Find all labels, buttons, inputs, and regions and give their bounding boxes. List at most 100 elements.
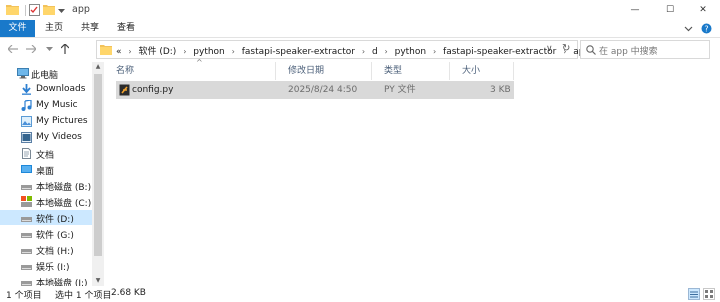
maximize-button[interactable]: ☐ bbox=[653, 0, 687, 20]
recent-locations-button[interactable] bbox=[42, 41, 56, 57]
nav-item-label: 文档 (H:) bbox=[36, 247, 74, 257]
column-header-date[interactable]: 修改日期 bbox=[276, 62, 372, 80]
customize-quick-access-icon[interactable] bbox=[58, 7, 65, 17]
nav-item-label: 娱乐 (I:) bbox=[36, 263, 70, 273]
scroll-up-arrow[interactable]: ▲ bbox=[92, 62, 104, 72]
nav-item-label: 软件 (D:) bbox=[36, 215, 74, 225]
nav-item-my-music[interactable]: My Music bbox=[0, 98, 92, 113]
nav-item-label: My Pictures bbox=[36, 116, 88, 126]
address-bar[interactable]: « › 软件 (D:) › python › fastapi-speaker-e… bbox=[96, 40, 590, 59]
nav-item-downloads[interactable]: Downloads bbox=[0, 82, 92, 97]
download-icon bbox=[21, 84, 32, 95]
chevron-right-icon[interactable]: › bbox=[385, 47, 388, 56]
nav-item-label: Downloads bbox=[36, 84, 86, 94]
chevron-right-icon[interactable]: › bbox=[232, 47, 235, 56]
details-view-button[interactable] bbox=[688, 288, 700, 300]
new-folder-icon[interactable] bbox=[43, 4, 55, 18]
drive-icon bbox=[21, 263, 32, 274]
desktop-icon bbox=[21, 164, 32, 175]
pictures-icon bbox=[21, 116, 32, 127]
search-input[interactable]: 在 app 中搜索 bbox=[580, 40, 710, 59]
breadcrumb-item[interactable]: d bbox=[372, 47, 378, 57]
nav-item-drive-d[interactable]: 软件 (D:) bbox=[0, 210, 92, 225]
tab-file[interactable]: 文件 bbox=[0, 20, 35, 37]
close-button[interactable]: ✕ bbox=[686, 0, 720, 20]
drive-icon bbox=[21, 183, 32, 194]
nav-item-documents[interactable]: 文档 bbox=[0, 146, 92, 161]
tab-home[interactable]: 主页 bbox=[40, 20, 68, 37]
sort-ascending-icon: ^ bbox=[196, 58, 203, 67]
nav-item-label: 本地磁盘 (C:) bbox=[36, 199, 92, 209]
title-bar: app — ☐ ✕ bbox=[0, 0, 720, 20]
chevron-right-icon[interactable]: › bbox=[183, 47, 186, 56]
chevron-right-icon[interactable]: › bbox=[362, 47, 365, 56]
navigation-pane: 此电脑 Downloads My Music My Pictures My Vi… bbox=[0, 62, 92, 286]
svg-text:?: ? bbox=[704, 24, 708, 33]
drive-icon bbox=[21, 247, 32, 258]
music-icon bbox=[21, 99, 32, 111]
drive-icon bbox=[21, 196, 32, 207]
file-date: 2025/8/24 4:50 bbox=[288, 85, 358, 95]
column-header-size[interactable]: 大小 bbox=[450, 62, 514, 80]
ribbon-tabs: 文件 主页 共享 查看 ? bbox=[0, 20, 720, 38]
forward-button[interactable] bbox=[24, 41, 38, 57]
back-button[interactable] bbox=[6, 41, 20, 57]
nav-item-desktop[interactable]: 桌面 bbox=[0, 162, 92, 177]
item-count: 1 个项目 bbox=[6, 291, 42, 301]
selection-size: 2.68 KB bbox=[111, 288, 146, 298]
breadcrumb-item[interactable]: python bbox=[395, 47, 426, 57]
nav-item-drive-b[interactable]: 本地磁盘 (B:) bbox=[0, 178, 92, 193]
refresh-button[interactable]: ↻ bbox=[562, 43, 570, 54]
tab-view[interactable]: 查看 bbox=[112, 20, 140, 37]
help-icon[interactable]: ? bbox=[701, 23, 712, 37]
breadcrumb-item[interactable]: fastapi-speaker-extractor bbox=[242, 47, 355, 57]
nav-item-my-videos[interactable]: My Videos bbox=[0, 130, 92, 145]
divider bbox=[25, 5, 26, 16]
python-file-icon bbox=[119, 84, 130, 99]
breadcrumb-item[interactable]: python bbox=[193, 47, 224, 57]
navigation-bar: « › 软件 (D:) › python › fastapi-speaker-e… bbox=[0, 38, 720, 60]
nav-item-my-pictures[interactable]: My Pictures bbox=[0, 114, 92, 129]
chevron-right-icon[interactable]: › bbox=[433, 47, 436, 56]
drive-icon bbox=[21, 279, 32, 286]
up-button[interactable] bbox=[58, 41, 72, 57]
drive-icon bbox=[21, 215, 32, 226]
address-dropdown-button[interactable]: ∨ bbox=[546, 44, 553, 54]
nav-item-this-pc[interactable]: 此电脑 bbox=[0, 66, 92, 81]
selection-count: 选中 1 个项目 bbox=[55, 291, 112, 301]
nav-item-label: My Videos bbox=[36, 132, 82, 142]
file-list: 名称 ^ 修改日期 类型 大小 config.py 2025/8/24 4:50… bbox=[104, 58, 720, 286]
chevron-right-icon[interactable]: › bbox=[128, 47, 131, 56]
nav-item-label: 文档 bbox=[36, 151, 55, 161]
folder-icon bbox=[6, 4, 19, 18]
nav-item-drive-j[interactable]: 本地磁盘 (J:) bbox=[0, 274, 92, 286]
breadcrumb: « › 软件 (D:) › python › fastapi-speaker-e… bbox=[116, 44, 590, 57]
chevron-down-icon[interactable] bbox=[684, 25, 693, 35]
large-icons-view-button[interactable] bbox=[703, 288, 715, 300]
table-row[interactable]: config.py 2025/8/24 4:50 PY 文件 3 KB bbox=[116, 81, 514, 99]
nav-item-drive-g[interactable]: 软件 (G:) bbox=[0, 226, 92, 241]
videos-icon bbox=[21, 132, 32, 143]
tab-share[interactable]: 共享 bbox=[76, 20, 104, 37]
column-header-name[interactable]: 名称 bbox=[104, 62, 276, 80]
folder-icon bbox=[100, 44, 112, 58]
computer-icon bbox=[17, 68, 29, 79]
nav-item-label: 软件 (G:) bbox=[36, 231, 74, 241]
column-header-type[interactable]: 类型 bbox=[372, 62, 450, 80]
nav-item-label: My Music bbox=[36, 100, 78, 110]
nav-scrollbar[interactable]: ▲ ▼ bbox=[92, 62, 104, 286]
file-size: 3 KB bbox=[490, 85, 511, 95]
nav-item-drive-c[interactable]: 本地磁盘 (C:) bbox=[0, 194, 92, 209]
scroll-down-arrow[interactable]: ▼ bbox=[92, 276, 104, 286]
breadcrumb-item[interactable]: fastapi-speaker-extractor bbox=[443, 47, 556, 57]
search-placeholder: 在 app 中搜索 bbox=[599, 47, 658, 57]
nav-item-drive-h[interactable]: 文档 (H:) bbox=[0, 242, 92, 257]
file-type: PY 文件 bbox=[384, 85, 416, 95]
file-name: config.py bbox=[132, 85, 174, 95]
minimize-button[interactable]: — bbox=[618, 0, 652, 20]
breadcrumb-overflow[interactable]: « bbox=[116, 47, 122, 57]
nav-item-drive-i[interactable]: 娱乐 (I:) bbox=[0, 258, 92, 273]
breadcrumb-item[interactable]: 软件 (D:) bbox=[138, 47, 176, 57]
properties-icon[interactable] bbox=[29, 4, 40, 19]
scroll-thumb[interactable] bbox=[94, 74, 102, 256]
